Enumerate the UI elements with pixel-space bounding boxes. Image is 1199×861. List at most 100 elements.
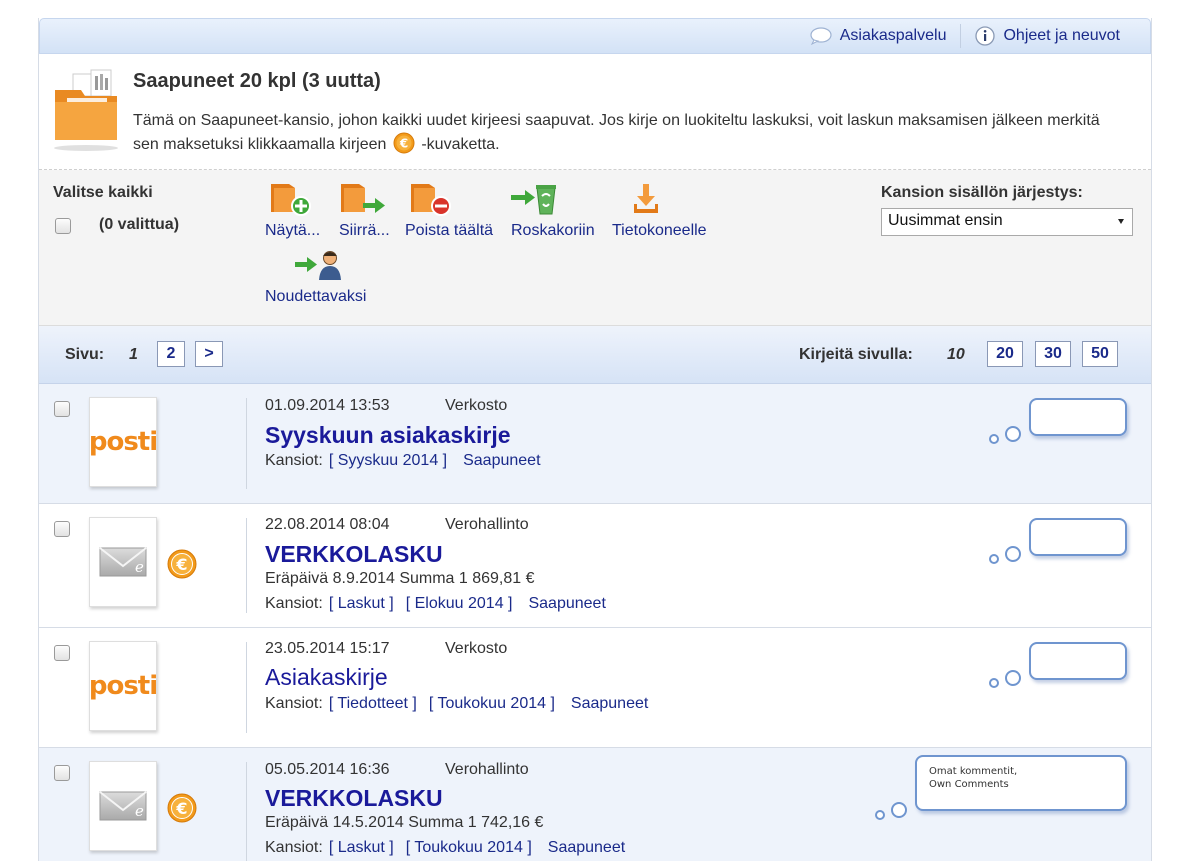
action-toolbar: Valitse kaikki (0 valittua) Näytä... Sii… (39, 170, 1151, 326)
pickup-person-icon (295, 251, 341, 280)
euro-icon: € (393, 132, 415, 154)
letter-subject[interactable]: VERKKOLASKU (265, 541, 443, 568)
pickup-action-label: Noudettavaksi (265, 288, 367, 305)
letter-checkbox[interactable] (54, 401, 70, 417)
comment-bubble-dot (1005, 546, 1021, 562)
folders-label: Kansiot: (265, 452, 323, 469)
comment-bubble-dot (989, 434, 999, 444)
per-page-50-button[interactable]: 50 (1082, 341, 1118, 367)
divider (246, 762, 247, 861)
divider (246, 518, 247, 613)
sender-logo[interactable]: e (89, 761, 157, 851)
letter-date: 22.08.2014 08:04 (265, 516, 390, 533)
comment-box[interactable] (1029, 642, 1127, 680)
next-page-button[interactable]: > (195, 341, 223, 367)
comment-box[interactable] (1029, 398, 1127, 436)
letter-row[interactable]: e € 05.05.2014 16:36 Verohallinto VERKKO… (39, 748, 1151, 861)
folder-link[interactable]: [ Laskut ] (329, 839, 394, 856)
move-action[interactable]: Siirrä... (339, 182, 391, 240)
letter-row[interactable]: e € 22.08.2014 08:04 Verohallinto VERKKO… (39, 504, 1151, 628)
help-label: Ohjeet ja neuvot (1003, 27, 1120, 44)
letter-subject[interactable]: Syyskuun asiakaskirje (265, 422, 511, 449)
letter-meta: 22.08.2014 08:04 Verohallinto (265, 516, 529, 534)
e-letter-icon: e (99, 547, 147, 577)
folder-link[interactable]: Saapuneet (548, 839, 625, 856)
comment-box[interactable]: Omat kommentit, Own Comments (915, 755, 1127, 811)
folder-add-icon (271, 184, 311, 216)
sender-logo[interactable]: e (89, 517, 157, 607)
euro-icon[interactable]: € (167, 793, 197, 823)
page-label: Sivu: (65, 346, 105, 363)
letter-date: 23.05.2014 15:17 (265, 640, 390, 657)
customer-service-label: Asiakaspalvelu (839, 27, 947, 44)
folder-remove-icon (411, 184, 451, 216)
invoice-info: Eräpäivä 14.5.2014 Summa 1 742,16 € (265, 814, 544, 831)
folder-link[interactable]: Saapuneet (571, 695, 648, 712)
letter-meta: 05.05.2014 16:36 Verohallinto (265, 761, 529, 779)
folder-link[interactable]: [ Tiedotteet ] (329, 695, 417, 712)
letter-checkbox[interactable] (54, 645, 70, 661)
page-2-button[interactable]: 2 (157, 341, 185, 367)
divider (246, 398, 247, 489)
letter-checkbox[interactable] (54, 765, 70, 781)
euro-icon[interactable]: € (167, 549, 197, 579)
move-action-label: Siirrä... (339, 222, 390, 239)
letter-meta: 01.09.2014 13:53 Verkosto (265, 397, 507, 415)
help-link[interactable]: Ohjeet ja neuvot (960, 24, 1134, 48)
per-page-label: Kirjeitä sivulla: (799, 346, 913, 363)
letter-subject[interactable]: VERKKOLASKU (265, 785, 443, 812)
svg-text:€: € (175, 799, 187, 818)
folder-link[interactable]: [ Syyskuu 2014 ] (329, 452, 447, 469)
dropdown-caret-icon (1118, 219, 1124, 224)
letter-date: 05.05.2014 16:36 (265, 761, 390, 778)
page-title: Saapuneet 20 kpl (3 uutta) (133, 70, 381, 92)
trash-action[interactable]: Roskakoriin (511, 182, 595, 240)
folder-link[interactable]: Saapuneet (463, 452, 540, 469)
folder-move-icon (341, 184, 385, 213)
sender-logo[interactable]: posti (88, 641, 158, 731)
folder-link[interactable]: Saapuneet (528, 595, 605, 612)
folder-description-text: Tämä on Saapuneet-kansio, johon kaikki u… (133, 112, 1100, 153)
folder-link[interactable]: [ Laskut ] (329, 595, 394, 612)
show-action[interactable]: Näytä... (265, 182, 320, 240)
remove-action[interactable]: Poista täältä (405, 182, 493, 240)
pickup-action[interactable]: Noudettavaksi (265, 248, 366, 306)
comment-bubble-dot (891, 802, 907, 818)
sort-label: Kansion sisällön järjestys: (881, 184, 1083, 201)
comment-bubble-dot (1005, 670, 1021, 686)
sort-select-value: Uusimmat ensin (888, 212, 1003, 229)
svg-text:e: e (135, 558, 144, 576)
letter-checkbox[interactable] (54, 521, 70, 537)
posti-logo: posti (88, 671, 158, 701)
sort-select[interactable]: Uusimmat ensin (881, 208, 1133, 236)
comment-box[interactable] (1029, 518, 1127, 556)
letter-folders: Kansiot: [ Tiedotteet ] [ Toukokuu 2014 ] S… (265, 695, 648, 713)
current-per-page: 10 (947, 346, 965, 363)
folder-link[interactable]: [ Toukokuu 2014 ] (429, 695, 555, 712)
letter-row[interactable]: posti 23.05.2014 15:17 Verkosto Asiakask… (39, 628, 1151, 748)
recycle-bin-icon (511, 185, 556, 215)
per-page-20-button[interactable]: 20 (987, 341, 1023, 367)
selected-count: (0 valittua) (99, 216, 180, 233)
letter-row[interactable]: posti 01.09.2014 13:53 Verkosto Syyskuun… (39, 384, 1151, 504)
folder-link[interactable]: [ Elokuu 2014 ] (406, 595, 513, 612)
download-action[interactable]: Tietokoneelle (612, 182, 707, 240)
comment-bubble-dot (1005, 426, 1021, 442)
select-all-checkbox[interactable] (55, 218, 71, 234)
folder-link[interactable]: [ Toukokuu 2014 ] (406, 839, 532, 856)
divider (246, 642, 247, 733)
pagination-bar: Sivu: 1 2 > Kirjeitä sivulla: 10 20 30 5… (39, 326, 1151, 384)
per-page-30-button[interactable]: 30 (1035, 341, 1071, 367)
comment-bubble-dot (989, 554, 999, 564)
posti-logo: posti (88, 427, 158, 457)
folders-label: Kansiot: (265, 839, 323, 856)
folder-description: Tämä on Saapuneet-kansio, johon kaikki u… (133, 109, 1108, 156)
letter-folders: Kansiot: [ Syyskuu 2014 ] Saapuneet (265, 452, 541, 470)
letter-subject[interactable]: Asiakaskirje (265, 664, 388, 691)
sender-logo[interactable]: posti (88, 397, 158, 487)
remove-action-label: Poista täältä (405, 222, 494, 239)
letter-folders: Kansiot: [ Laskut ] [ Toukokuu 2014 ] Saapu… (265, 839, 625, 857)
svg-text:e: e (135, 802, 144, 820)
customer-service-link[interactable]: Asiakaspalvelu (796, 24, 961, 48)
invoice-info: Eräpäivä 8.9.2014 Summa 1 869,81 € (265, 570, 535, 587)
